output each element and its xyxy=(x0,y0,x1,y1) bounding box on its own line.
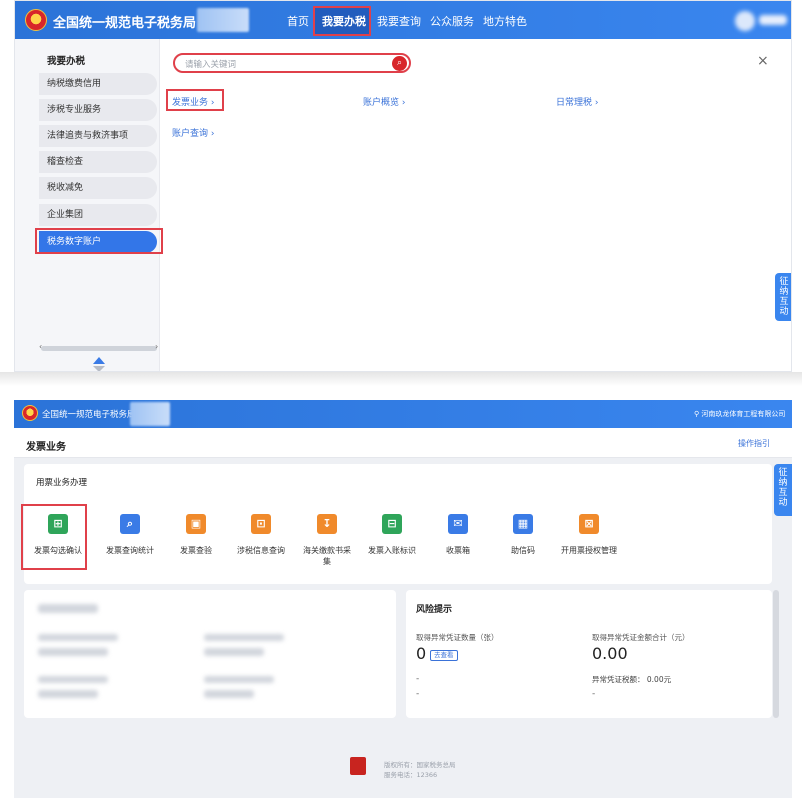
abnormal-tax-row: 异常凭证税额： 0.00元 xyxy=(592,674,671,685)
section-title: 用票业务办理 xyxy=(36,478,88,488)
user-avatar[interactable] xyxy=(735,11,755,31)
blurred-text xyxy=(204,690,254,698)
customs-icon: ↧ xyxy=(317,514,337,534)
page-title: 发票业务 xyxy=(26,442,66,453)
bookkeeping-icon: ⊟ xyxy=(382,514,402,534)
sidebar-item-professional-service[interactable]: 涉税专业服务 xyxy=(39,99,157,121)
abnormal-amount-value: 0.00 xyxy=(592,644,628,663)
nav-local-features[interactable]: 地方特色 xyxy=(483,13,527,29)
tax-emblem-icon xyxy=(25,9,47,31)
tax-interaction-float-tab[interactable]: 征 纳 互 动 xyxy=(775,273,791,321)
float-tab-char: 互 xyxy=(778,488,788,498)
sidebar-item-enterprise-group[interactable]: 企业集团 xyxy=(39,204,157,226)
nav-home[interactable]: 首页 xyxy=(287,13,309,29)
user-name-blurred[interactable] xyxy=(759,15,787,25)
tile-label: 助信码 xyxy=(511,546,535,555)
page-header: 发票业务 操作指引 xyxy=(14,428,792,458)
footer-tax-emblem-icon xyxy=(350,757,366,775)
abnormal-count-value: 0 xyxy=(416,644,427,663)
tile-label: 发票入账标识 xyxy=(368,546,416,555)
blurred-text xyxy=(38,604,98,613)
view-details-button[interactable]: 去查看 xyxy=(430,650,458,661)
float-tab-char: 纳 xyxy=(779,287,789,297)
company-name[interactable]: ⚲ 河南玖龙体育工程有限公司 xyxy=(694,409,785,419)
horizontal-scrollbar[interactable] xyxy=(41,346,157,351)
close-icon[interactable]: × xyxy=(757,53,769,69)
abnormal-tax-label: 异常凭证税额： xyxy=(592,675,645,684)
invoice-business-page: 全国统一规范电子税务局 ⚲ 河南玖龙体育工程有限公司 发票业务 操作指引 用票业… xyxy=(14,400,792,798)
tile-label: 收票箱 xyxy=(446,546,470,555)
blurred-text xyxy=(38,676,108,683)
tile-label: 发票查验 xyxy=(180,546,212,555)
tile-label: 开用票授权管理 xyxy=(561,546,617,555)
tax-portal-menu-panel: 全国统一规范电子税务局 首页 我要办税 我要查询 公众服务 地方特色 我要办税 … xyxy=(14,0,792,372)
category-account-inquiry[interactable]: 账户查询 › xyxy=(172,126,214,139)
category-account-overview[interactable]: 账户概览 › xyxy=(363,95,405,108)
tile-label: 海关缴款书采集 xyxy=(303,546,351,566)
category-daily-tax[interactable]: 日常理税 › xyxy=(556,95,598,108)
float-tab-char: 征 xyxy=(778,468,788,478)
search-icon[interactable]: ⌕ xyxy=(392,56,407,71)
site-title: 全国统一规范电子税务局 xyxy=(42,410,136,420)
placeholder-dash: - xyxy=(416,674,420,684)
sidebar-item-credit[interactable]: 纳税缴费信用 xyxy=(39,73,157,95)
blurred-text xyxy=(38,634,118,641)
float-tab-char: 纳 xyxy=(778,478,788,488)
blurred-text xyxy=(204,634,284,641)
search-input[interactable]: 请输入关键词 xyxy=(185,58,236,70)
footer-owner: 版权所有：国家税务总局 xyxy=(384,761,456,769)
blurred-region-badge xyxy=(130,402,170,426)
float-tab-char: 征 xyxy=(779,277,789,287)
risk-title: 风险提示 xyxy=(416,605,453,615)
scroll-right-icon[interactable]: › xyxy=(155,342,158,351)
footer-phone: 服务电话：12366 xyxy=(384,771,438,779)
qrcode-icon: ▦ xyxy=(513,514,533,534)
nav-public-service[interactable]: 公众服务 xyxy=(430,13,474,29)
float-tab-char: 互 xyxy=(779,297,789,307)
abnormal-tax-value: 0.00元 xyxy=(646,675,672,684)
sidebar-item-legal-remedy[interactable]: 法律追责与救济事项 xyxy=(39,125,157,147)
inbox-icon: ✉ xyxy=(448,514,468,534)
float-tab-char: 动 xyxy=(778,498,788,508)
abnormal-count-label: 取得异常凭证数量（张） xyxy=(416,633,499,642)
sidebar-item-tax-relief[interactable]: 税收减免 xyxy=(39,177,157,199)
placeholder-dash: - xyxy=(592,689,596,699)
sidebar-title: 我要办税 xyxy=(47,56,86,67)
invoice-search-icon: ⌕ xyxy=(120,514,140,534)
placeholder-dash: - xyxy=(416,689,420,699)
blurred-text xyxy=(204,676,274,683)
category-invoice-business[interactable]: 发票业务 › xyxy=(172,95,214,108)
blurred-region-badge xyxy=(197,8,249,32)
blurred-text xyxy=(38,648,108,656)
sidebar-item-inspection[interactable]: 稽查检查 xyxy=(39,151,157,173)
panel-separator-shadow xyxy=(0,372,802,386)
auth-icon: ⊠ xyxy=(579,514,599,534)
tile-label: 发票查询统计 xyxy=(106,546,154,555)
collapse-up-icon[interactable] xyxy=(93,357,105,364)
blurred-text xyxy=(38,690,98,698)
search-bar[interactable]: 请输入关键词 ⌕ xyxy=(173,53,411,73)
digital-account-highlight-box xyxy=(35,228,163,254)
tax-emblem-icon xyxy=(22,405,38,421)
top-navigation-bar: 全国统一规范电子税务局 ⚲ 河南玖龙体育工程有限公司 xyxy=(14,400,792,428)
site-title: 全国统一规范电子税务局 xyxy=(53,16,197,31)
float-tab-char: 动 xyxy=(779,307,789,317)
account-info-card-blurred xyxy=(24,590,396,718)
tax-interaction-float-tab[interactable]: 征 纳 互 动 xyxy=(774,464,792,516)
blurred-text xyxy=(204,648,264,656)
tile-label: 涉税信息查询 xyxy=(237,546,285,555)
sidebar-menu: 我要办税 纳税缴费信用 涉税专业服务 法律追责与救济事项 稽查检查 税收减免 企… xyxy=(15,39,163,371)
tax-info-icon: ⊡ xyxy=(251,514,271,534)
nav-inquiry[interactable]: 我要查询 xyxy=(377,13,421,29)
invoice-check-highlight-box xyxy=(21,504,87,570)
top-navigation-bar: 全国统一规范电子税务局 首页 我要办税 我要查询 公众服务 地方特色 xyxy=(15,1,791,39)
operation-guide-link[interactable]: 操作指引 xyxy=(738,438,770,449)
invoice-verify-icon: ▣ xyxy=(186,514,206,534)
company-name-text: 河南玖龙体育工程有限公司 xyxy=(701,410,786,418)
vertical-scrollbar[interactable] xyxy=(773,590,779,718)
nav-tax-handling[interactable]: 我要办税 xyxy=(322,13,366,29)
risk-alert-card: 风险提示 取得异常凭证数量（张） 0 去查看 取得异常凭证金额合计（元） 0.0… xyxy=(406,590,772,718)
abnormal-amount-label: 取得异常凭证金额合计（元） xyxy=(592,633,690,642)
